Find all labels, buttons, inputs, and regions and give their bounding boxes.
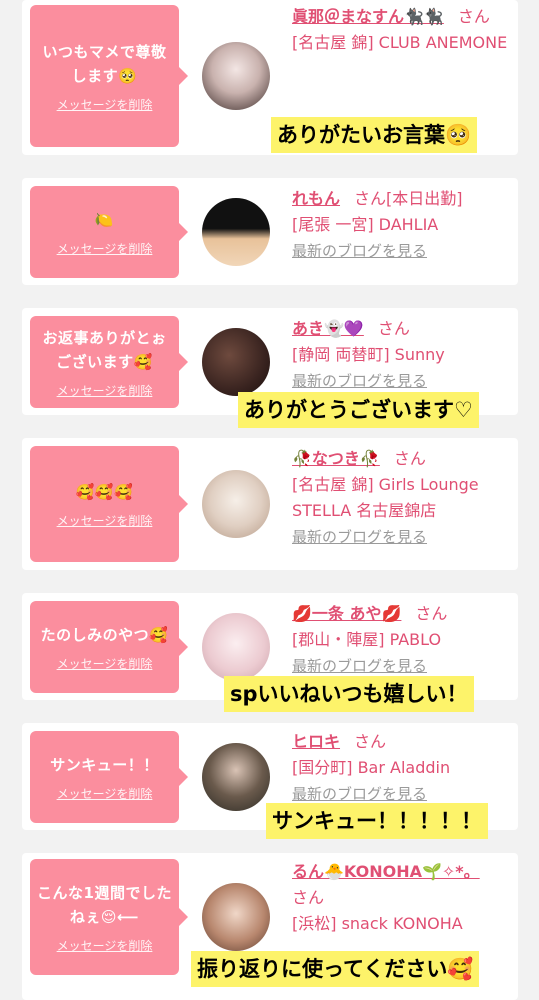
delete-message-link[interactable]: メッセージを削除 <box>57 655 153 672</box>
cast-name-link[interactable]: ヒロキ <box>292 732 340 751</box>
message-text: サンキュー！！ <box>50 755 159 774</box>
delete-message-link[interactable]: メッセージを削除 <box>57 96 153 113</box>
cast-info: るん🐣KONOHA🌱✧*。 さん [浜松] snack KONOHA <box>292 859 512 937</box>
cast-info: あき👻💜 さん [静岡 両替町] Sunny 最新のブログを見る <box>292 316 512 394</box>
caption-overlay: サンキュー！！！！！ <box>266 803 488 839</box>
message-text: お返事ありがとぉございます🥰 <box>42 328 167 371</box>
avatar[interactable] <box>202 42 270 110</box>
message-bubble: お返事ありがとぉございます🥰 メッセージを削除 <box>30 316 188 408</box>
latest-blog-link[interactable]: 最新のブログを見る <box>292 368 512 394</box>
honorific: さん <box>415 604 448 623</box>
message-bubble: 🥰🥰🥰 メッセージを削除 <box>30 446 188 562</box>
avatar[interactable] <box>202 470 270 538</box>
cast-name-link[interactable]: るん🐣KONOHA🌱✧*。 <box>292 862 480 881</box>
shop-name: [浜松] snack KONOHA <box>292 914 463 933</box>
shop-name: [郡山・陣屋] PABLO <box>292 630 442 649</box>
message-card: 🍋 メッセージを削除 れもん さん[本日出勤] [尾張 一宮] DAHLIA 最新… <box>22 178 518 285</box>
cast-name-link[interactable]: あき👻💜 <box>292 319 364 338</box>
avatar[interactable] <box>202 328 270 396</box>
avatar[interactable] <box>202 613 270 681</box>
cast-name-link[interactable]: れもん <box>292 189 340 208</box>
cast-name-link[interactable]: 🥀なつき🥀 <box>292 449 380 468</box>
message-bubble: たのしみのやつ🥰 メッセージを削除 <box>30 601 188 693</box>
message-text: たのしみのやつ🥰 <box>40 625 169 644</box>
shop-name: [静岡 両替町] Sunny <box>292 345 445 364</box>
latest-blog-link[interactable]: 最新のブログを見る <box>292 238 512 264</box>
shop-name: [名古屋 錦] CLUB ANEMONE <box>292 33 508 52</box>
delete-message-link[interactable]: メッセージを削除 <box>57 382 153 399</box>
delete-message-link[interactable]: メッセージを削除 <box>57 240 153 257</box>
delete-message-link[interactable]: メッセージを削除 <box>57 937 153 954</box>
message-bubble: こんな1週間でしたねぇ😌⟵ メッセージを削除 <box>30 859 188 975</box>
caption-overlay: spいいねいつも嬉しい！ <box>224 676 474 712</box>
message-bubble: いつもマメで尊敬します🥺 メッセージを削除 <box>30 5 188 147</box>
message-card: 🥰🥰🥰 メッセージを削除 🥀なつき🥀 さん [名古屋 錦] Girls Loung… <box>22 438 518 570</box>
shop-name: [尾張 一宮] DAHLIA <box>292 215 439 234</box>
honorific: さん <box>457 7 490 26</box>
avatar[interactable] <box>202 743 270 811</box>
cast-info: 💋一条 あや💋 さん [郡山・陣屋] PABLO 最新のブログを見る <box>292 601 512 679</box>
caption-overlay: ありがたいお言葉🥺 <box>271 117 478 153</box>
message-text: こんな1週間でしたねぇ😌⟵ <box>37 883 172 926</box>
message-bubble: 🍋 メッセージを削除 <box>30 186 188 278</box>
caption-overlay: 振り返りに使ってください🥰 <box>191 951 480 987</box>
cast-info: 眞那＠まなすん🐈‍⬛🐈‍⬛ さん [名古屋 錦] CLUB ANEMONE <box>292 4 512 56</box>
message-bubble: サンキュー！！ メッセージを削除 <box>30 731 188 823</box>
shop-name: [名古屋 錦] Girls Lounge STELLA 名古屋錦店 <box>292 475 479 520</box>
caption-overlay: ありがとうございます♡ <box>238 392 479 428</box>
honorific: さん <box>393 449 426 468</box>
cast-info: 🥀なつき🥀 さん [名古屋 錦] Girls Lounge STELLA 名古屋錦… <box>292 446 512 550</box>
cast-name-link[interactable]: 💋一条 あや💋 <box>292 604 401 623</box>
honorific: さん <box>292 888 325 907</box>
avatar[interactable] <box>202 198 270 266</box>
avatar[interactable] <box>202 883 270 951</box>
message-text: いつもマメで尊敬します🥺 <box>42 42 167 85</box>
cast-info: れもん さん[本日出勤] [尾張 一宮] DAHLIA 最新のブログを見る <box>292 186 512 264</box>
cast-info: ヒロキ さん [国分町] Bar Aladdin 最新のブログを見る <box>292 729 512 807</box>
message-text: 🍋 <box>94 210 115 229</box>
shop-name: [国分町] Bar Aladdin <box>292 758 451 777</box>
honorific: さん[本日出勤] <box>354 189 463 208</box>
delete-message-link[interactable]: メッセージを削除 <box>57 785 153 802</box>
delete-message-link[interactable]: メッセージを削除 <box>57 512 153 529</box>
honorific: さん <box>377 319 410 338</box>
honorific: さん <box>354 732 387 751</box>
latest-blog-link[interactable]: 最新のブログを見る <box>292 524 512 550</box>
message-text: 🥰🥰🥰 <box>75 482 134 501</box>
cast-name-link[interactable]: 眞那＠まなすん🐈‍⬛🐈‍⬛ <box>292 7 444 26</box>
